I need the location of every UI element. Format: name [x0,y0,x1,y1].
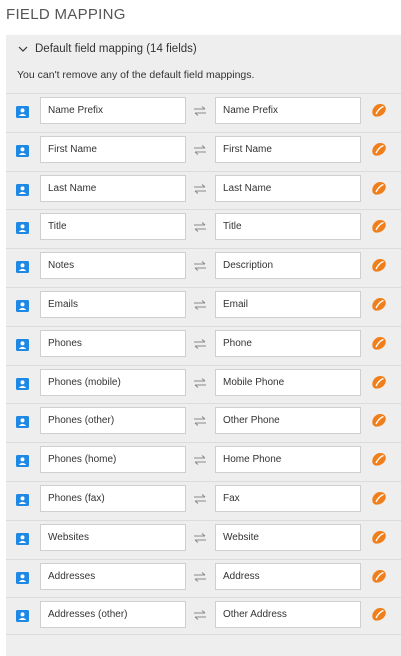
swap-arrows-icon [194,494,206,504]
mapping-row: Phones Phone [6,325,401,364]
mapping-row: Phones (mobile) Mobile Phone [6,364,401,403]
source-field[interactable]: Phones (other) [40,407,186,435]
orange-app-icon [372,103,386,117]
mapping-row: Websites Website [6,519,401,558]
mapping-row: Notes Description [6,248,401,286]
target-field[interactable]: Website [215,523,361,551]
target-field[interactable]: First Name [215,135,361,163]
mapping-row: Name Prefix Name Prefix [6,93,401,131]
mapping-row: Last Name Last Name [6,170,401,209]
orange-app-icon [372,608,386,622]
mapping-row: Addresses (other) Other Address [6,597,401,636]
orange-app-icon [372,336,386,350]
target-field[interactable]: Home Phone [215,446,361,474]
contact-card-icon [16,416,29,429]
mapping-row: Phones (home) Home Phone [6,442,401,480]
panel-header-label: Default field mapping (14 fields) [35,43,197,55]
orange-app-icon [372,297,386,311]
default-mapping-note: You can't remove any of the default fiel… [17,69,255,81]
target-field[interactable]: Other Address [215,601,361,629]
swap-arrows-icon [194,222,206,233]
swap-arrows-icon [194,416,206,427]
swap-arrows-icon [194,610,206,621]
target-field[interactable]: Name Prefix [215,97,361,124]
target-field[interactable]: Phone [215,329,361,357]
target-field[interactable]: Fax [215,485,361,512]
orange-app-icon [372,375,386,389]
swap-arrows-icon [194,300,206,310]
swap-arrows-icon [194,571,206,582]
source-field[interactable]: Phones (fax) [40,485,186,512]
mapping-row: Addresses Address [6,558,401,597]
contact-card-icon [16,222,29,235]
source-field[interactable]: Websites [40,523,186,551]
source-field[interactable]: Last Name [40,174,186,202]
source-field[interactable]: Phones (home) [40,446,186,474]
target-field[interactable]: Address [215,562,361,590]
contact-card-icon [16,261,29,274]
orange-app-icon [372,414,386,428]
contact-card-icon [16,455,29,468]
orange-app-icon [372,142,386,156]
swap-arrows-icon [194,377,206,388]
orange-app-icon [372,569,386,583]
orange-app-icon [372,530,386,544]
contact-card-icon [16,377,29,390]
source-field[interactable]: Title [40,213,186,241]
contact-card-icon [16,532,29,545]
mapping-row: Title Title [6,209,401,247]
mapping-row: Phones (fax) Fax [6,481,401,519]
orange-app-icon [372,259,386,272]
swap-arrows-icon [194,338,206,349]
mapping-row: Phones (other) Other Phone [6,403,401,441]
source-field[interactable]: Addresses [40,562,186,590]
target-field[interactable]: Title [215,213,361,241]
contact-card-icon [16,571,29,584]
contact-card-icon [16,338,29,351]
default-mapping-panel: Default field mapping (14 fields) You ca… [6,35,401,656]
default-mapping-toggle[interactable]: Default field mapping (14 fields) [17,41,197,57]
swap-arrows-icon [194,183,206,194]
target-field[interactable]: Email [215,291,361,318]
contact-card-icon [16,610,29,623]
orange-app-icon [372,453,386,466]
swap-arrows-icon [194,106,206,116]
contact-card-icon [16,494,29,506]
source-field[interactable]: Name Prefix [40,97,186,124]
swap-arrows-icon [194,532,206,543]
mapping-row: First Name First Name [6,131,401,170]
contact-card-icon [16,183,29,196]
source-field[interactable]: Addresses (other) [40,601,186,629]
orange-app-icon [372,181,386,195]
chevron-down-icon [18,46,28,52]
source-field[interactable]: Phones [40,329,186,357]
source-field[interactable]: Notes [40,252,186,280]
source-field[interactable]: Emails [40,291,186,318]
target-field[interactable]: Other Phone [215,407,361,435]
orange-app-icon [372,491,386,505]
orange-app-icon [372,220,386,234]
target-field[interactable]: Last Name [215,174,361,202]
contact-card-icon [16,144,29,157]
contact-card-icon [16,106,29,118]
section-title: FIELD MAPPING [6,6,126,23]
source-field[interactable]: Phones (mobile) [40,368,186,396]
contact-card-icon [16,300,29,312]
swap-arrows-icon [194,144,206,155]
target-field[interactable]: Description [215,252,361,280]
target-field[interactable]: Mobile Phone [215,368,361,396]
mapping-row: Emails Email [6,287,401,325]
swap-arrows-icon [194,261,206,272]
source-field[interactable]: First Name [40,135,186,163]
swap-arrows-icon [194,455,206,466]
